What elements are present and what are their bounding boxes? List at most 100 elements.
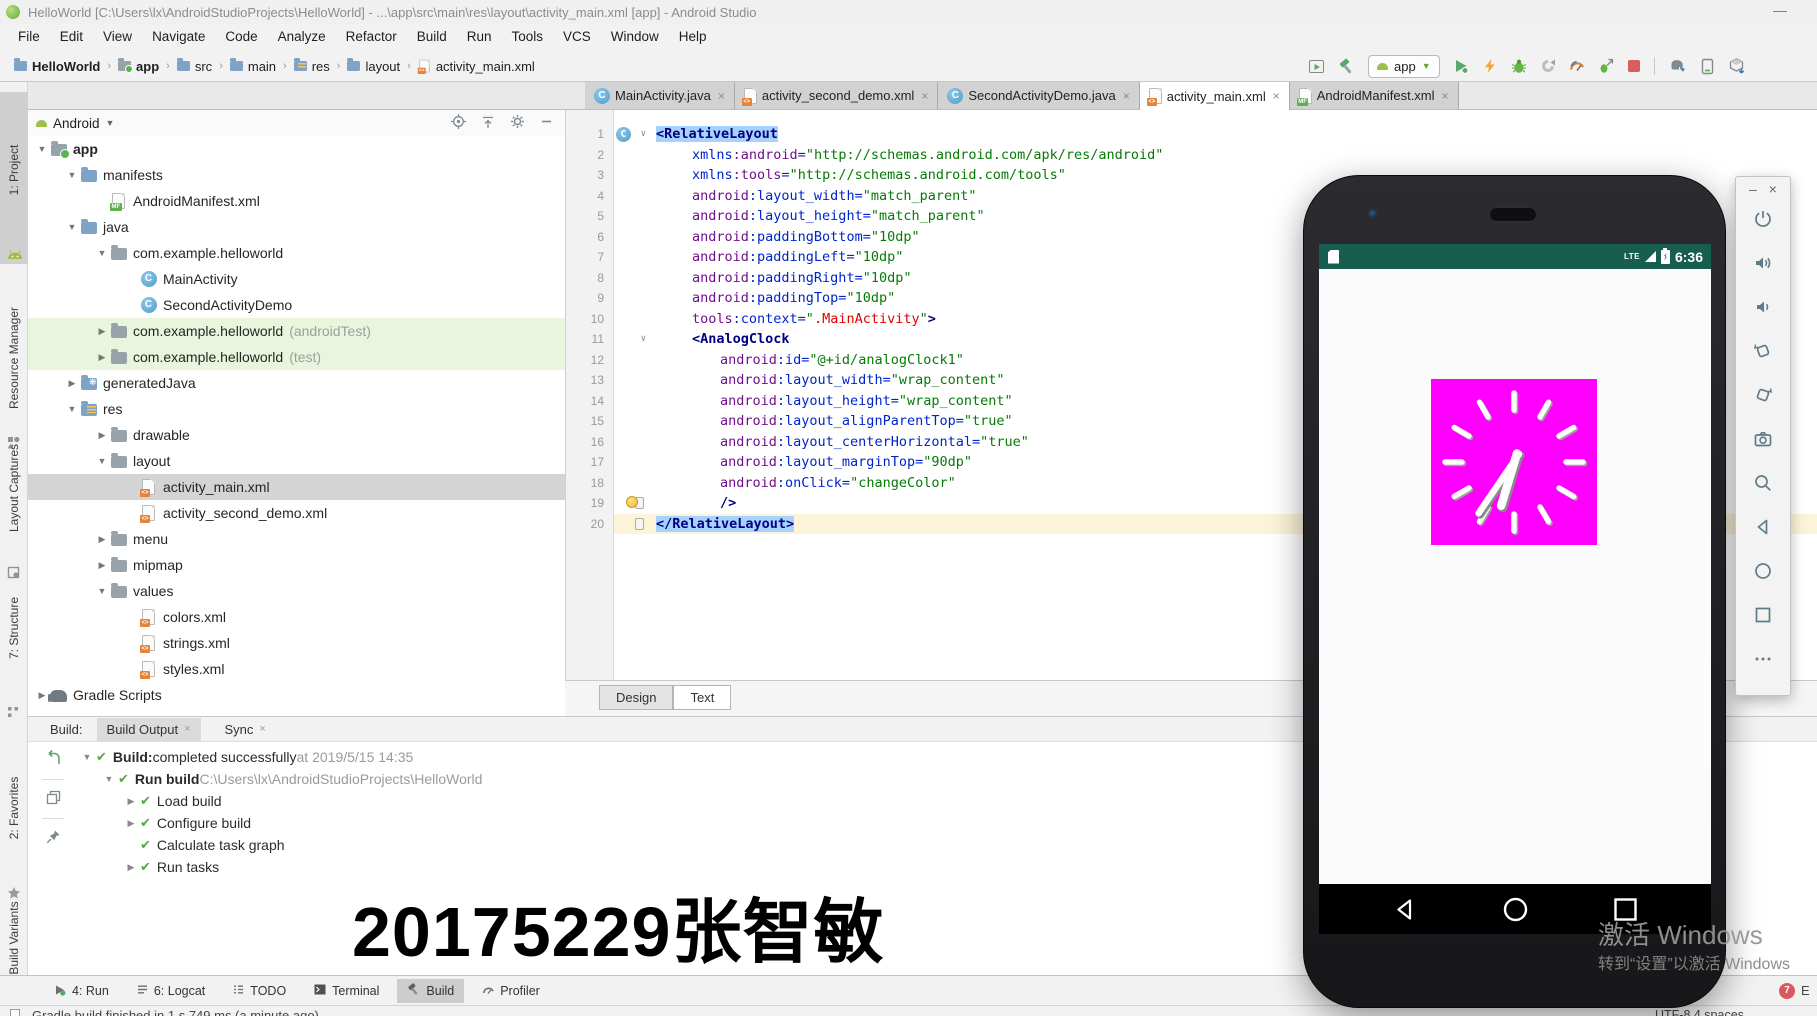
statusbar-item-todo[interactable]: TODO — [223, 980, 296, 1002]
project-view-selector[interactable]: Android — [53, 116, 100, 131]
tree-chevron-icon[interactable]: ▶ — [94, 352, 110, 363]
analog-clock-widget[interactable] — [1431, 379, 1597, 545]
tree-item-menu[interactable]: ▶ menu — [28, 526, 565, 552]
menu-item-code[interactable]: Code — [215, 24, 267, 50]
tree-chevron-icon[interactable]: ▶ — [124, 818, 138, 829]
emulator-zoom-button[interactable] — [1736, 461, 1790, 505]
menu-item-view[interactable]: View — [93, 24, 142, 50]
menu-item-vcs[interactable]: VCS — [553, 24, 601, 50]
menu-item-tools[interactable]: Tools — [502, 24, 554, 50]
statusbar-item-terminal[interactable]: Terminal — [304, 980, 389, 1002]
tree-item-colors-xml[interactable]: <> colors.xml — [28, 604, 565, 630]
tree-item-secondactivitydemo[interactable]: C SecondActivityDemo — [28, 292, 565, 318]
tree-chevron-icon[interactable]: ▶ — [94, 326, 110, 337]
breadcrumb-item-activity_main-xml[interactable]: <> activity_main.xml — [417, 58, 535, 74]
sdk-manager-button[interactable] — [1728, 57, 1746, 75]
menu-item-analyze[interactable]: Analyze — [268, 24, 336, 50]
tab-mainactivity-java[interactable]: C MainActivity.java × — [585, 82, 735, 109]
menu-item-window[interactable]: Window — [601, 24, 669, 50]
emulator-volume-down-button[interactable] — [1736, 285, 1790, 329]
tree-item-com-example-helloworld[interactable]: ▶ com.example.helloworld (androidTest) — [28, 318, 565, 344]
fold-icon[interactable]: ∨ — [641, 124, 646, 145]
debug-button[interactable] — [1511, 58, 1527, 74]
menu-item-help[interactable]: Help — [669, 24, 717, 50]
tab-secondactivitydemo-java[interactable]: C SecondActivityDemo.java × — [938, 82, 1140, 109]
tree-chevron-icon[interactable]: ▼ — [94, 248, 110, 258]
emulator-more-button[interactable] — [1736, 637, 1790, 681]
minimize-button[interactable]: — — [1773, 2, 1787, 18]
tree-item-layout[interactable]: ▼ layout — [28, 448, 565, 474]
tab-androidmanifest-xml[interactable]: MF AndroidManifest.xml × — [1289, 82, 1459, 109]
tree-item-styles-xml[interactable]: <> styles.xml — [28, 656, 565, 682]
build-output-row[interactable]: ▶ ✔ Load build — [80, 790, 482, 812]
avd-manager-button[interactable] — [1700, 58, 1715, 75]
tree-item-java[interactable]: ▼ java — [28, 214, 565, 240]
tab-activity_second_demo-xml[interactable]: <> activity_second_demo.xml × — [734, 82, 939, 109]
emulator-rotate-right-button[interactable] — [1736, 373, 1790, 417]
tree-chevron-icon[interactable]: ▶ — [94, 430, 110, 441]
tree-chevron-icon[interactable]: ▶ — [124, 796, 138, 807]
build-output-row[interactable]: ✔ Calculate task graph — [80, 834, 482, 856]
event-log-badge[interactable]: 7 — [1779, 983, 1795, 999]
tree-item-gradle-scripts[interactable]: ▶ Gradle Scripts — [28, 682, 565, 708]
stop-button[interactable] — [1627, 59, 1641, 73]
emulator-rotate-left-button[interactable] — [1736, 329, 1790, 373]
tree-chevron-icon[interactable]: ▼ — [102, 774, 116, 784]
fold-icon[interactable]: ∨ — [641, 329, 646, 350]
tree-item-activity_main-xml[interactable]: <> activity_main.xml — [28, 474, 565, 500]
build-tab-build-output[interactable]: Build Output × — [96, 717, 201, 741]
breadcrumb-item-helloworld[interactable]: HelloWorld — [14, 58, 100, 74]
build-output-row[interactable]: ▶ ✔ Run tasks — [80, 856, 482, 878]
tree-chevron-icon[interactable]: ▼ — [64, 170, 80, 180]
code-line[interactable]: 1 C ∨ <RelativeLayout — [566, 124, 1817, 145]
sidebar-item-layout-captures[interactable]: Layout Captures — [7, 444, 21, 532]
statusbar-item-6-logcat[interactable]: 6: Logcat — [127, 980, 215, 1002]
tree-item-com-example-helloworld[interactable]: ▶ com.example.helloworld (test) — [28, 344, 565, 370]
close-icon[interactable]: × — [718, 89, 725, 103]
emulator-power-button[interactable] — [1736, 197, 1790, 241]
gradle-sync-button[interactable] — [1668, 58, 1687, 75]
tree-item-activity_second_demo-xml[interactable]: <> activity_second_demo.xml — [28, 500, 565, 526]
menu-item-refactor[interactable]: Refactor — [336, 24, 407, 50]
emulator-overview-button[interactable] — [1736, 593, 1790, 637]
close-icon[interactable]: × — [184, 723, 190, 735]
close-icon[interactable]: × — [1273, 89, 1280, 103]
tree-item-com-example-helloworld[interactable]: ▼ com.example.helloworld — [28, 240, 565, 266]
tree-item-manifests[interactable]: ▼ manifests — [28, 162, 565, 188]
tree-item-mainactivity[interactable]: C MainActivity — [28, 266, 565, 292]
pin-icon[interactable] — [46, 829, 61, 847]
tree-chevron-icon[interactable]: ▼ — [80, 752, 94, 762]
collapse-all-icon[interactable] — [481, 115, 495, 132]
build-tab-sync[interactable]: Sync × — [215, 718, 276, 741]
hammer-button[interactable] — [1338, 58, 1355, 75]
build-output-row[interactable]: ▼ ✔ Run build C:\Users\lx\AndroidStudioPro… — [80, 768, 483, 790]
overview-nav-button[interactable] — [1612, 896, 1639, 923]
hide-icon[interactable] — [540, 115, 553, 131]
breadcrumb-item-res[interactable]: res — [293, 58, 330, 74]
emulator-minimize-button[interactable]: – — [1749, 181, 1757, 197]
emulator-back-button[interactable] — [1736, 505, 1790, 549]
sidebar-item-build-variants[interactable]: Build Variants — [7, 901, 21, 974]
tree-chevron-icon[interactable]: ▼ — [34, 144, 50, 154]
app-content-area[interactable] — [1319, 269, 1711, 884]
tree-item-app[interactable]: ▼ app — [28, 136, 565, 162]
mode-tab-text[interactable]: Text — [673, 685, 732, 710]
sidebar-item-7-structure[interactable]: 7: Structure — [7, 597, 21, 659]
close-icon[interactable]: × — [921, 89, 928, 103]
tree-item-strings-xml[interactable]: <> strings.xml — [28, 630, 565, 656]
back-nav-button[interactable] — [1391, 896, 1418, 923]
close-icon[interactable]: × — [1442, 89, 1449, 103]
tree-item-res[interactable]: ▼ res — [28, 396, 565, 422]
sidebar-item-2-favorites[interactable]: 2: Favorites — [7, 777, 21, 840]
tree-chevron-icon[interactable]: ▶ — [94, 534, 110, 545]
code-line[interactable]: 2 xmlns:android="http://schemas.android.c… — [566, 144, 1817, 165]
gear-icon[interactable] — [510, 114, 525, 132]
statusbar-item-4-run[interactable]: 4: Run — [44, 980, 119, 1003]
home-nav-button[interactable] — [1502, 896, 1529, 923]
tree-item-generatedjava[interactable]: ▶ generatedJava — [28, 370, 565, 396]
coverage-button[interactable] — [1598, 58, 1614, 74]
tab-activity_main-xml[interactable]: <> activity_main.xml × — [1139, 82, 1290, 110]
sidebar-item-1-project[interactable]: 1: Project — [7, 145, 21, 196]
run-window-button[interactable] — [1308, 58, 1325, 75]
emulator-camera-button[interactable] — [1736, 417, 1790, 461]
